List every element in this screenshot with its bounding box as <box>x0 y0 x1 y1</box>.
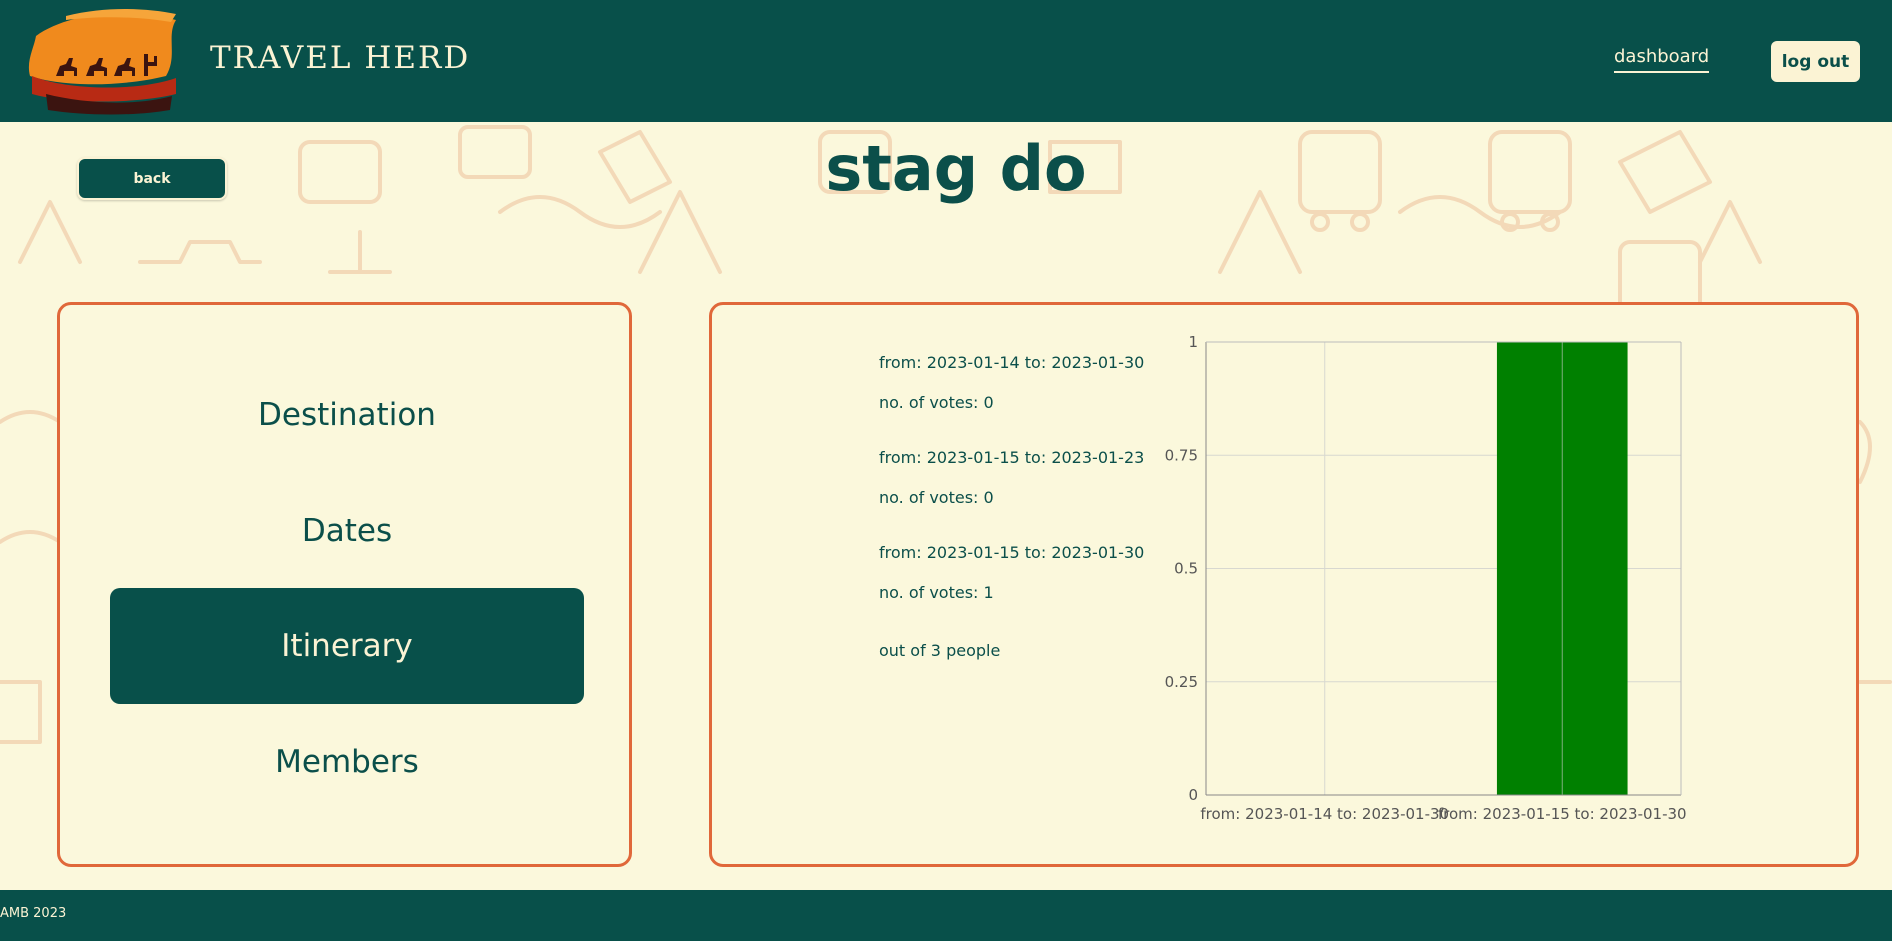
menu-item-members[interactable]: Members <box>110 704 584 820</box>
footer-copyright: AMB 2023 <box>0 906 67 921</box>
trip-sections-panel: Destination Dates Itinerary Members <box>57 302 632 867</box>
vote-option-count: no. of votes: 0 <box>879 393 994 412</box>
vote-option-count: no. of votes: 0 <box>879 488 994 507</box>
votes-bar-chart: 0 0.25 0.5 0.75 1 from: 2023-01-14 to: 2023-0… <box>1165 333 1687 823</box>
menu-item-itinerary[interactable]: Itinerary <box>110 588 584 704</box>
vote-option-range: from: 2023-01-15 to: 2023-01-30 <box>879 543 1145 562</box>
page-title: stag do <box>825 132 1087 205</box>
chart-x-tick-label: from: 2023-01-14 to: 2023-01-30 <box>1200 805 1449 823</box>
chart-y-tick-label: 0.5 <box>1174 560 1198 578</box>
chart-y-tick-label: 0.25 <box>1165 673 1198 691</box>
chart-y-tick-label: 0.75 <box>1165 446 1198 464</box>
vote-option-range: from: 2023-01-14 to: 2023-01-30 <box>879 353 1145 372</box>
brand-name: TRAVEL HERD <box>210 40 471 76</box>
travel-herd-logo[interactable] <box>26 6 182 116</box>
chart-y-tick-label: 1 <box>1188 333 1198 351</box>
top-navbar: TRAVEL HERD dashboard log out <box>0 0 1892 122</box>
nav-dashboard-link[interactable]: dashboard <box>1614 46 1710 73</box>
menu-item-destination[interactable]: Destination <box>110 357 584 473</box>
chart-x-tick-label: from: 2023-01-15 to: 2023-01-30 <box>1438 805 1687 823</box>
menu-item-dates[interactable]: Dates <box>110 473 584 589</box>
chart-y-tick-label: 0 <box>1188 786 1198 804</box>
vote-option-count: no. of votes: 1 <box>879 583 994 602</box>
footer: AMB 2023 <box>0 890 1892 941</box>
vote-option-range: from: 2023-01-15 to: 2023-01-23 <box>879 448 1145 467</box>
total-people-text: out of 3 people <box>879 641 1001 660</box>
logout-button[interactable]: log out <box>1771 41 1860 82</box>
